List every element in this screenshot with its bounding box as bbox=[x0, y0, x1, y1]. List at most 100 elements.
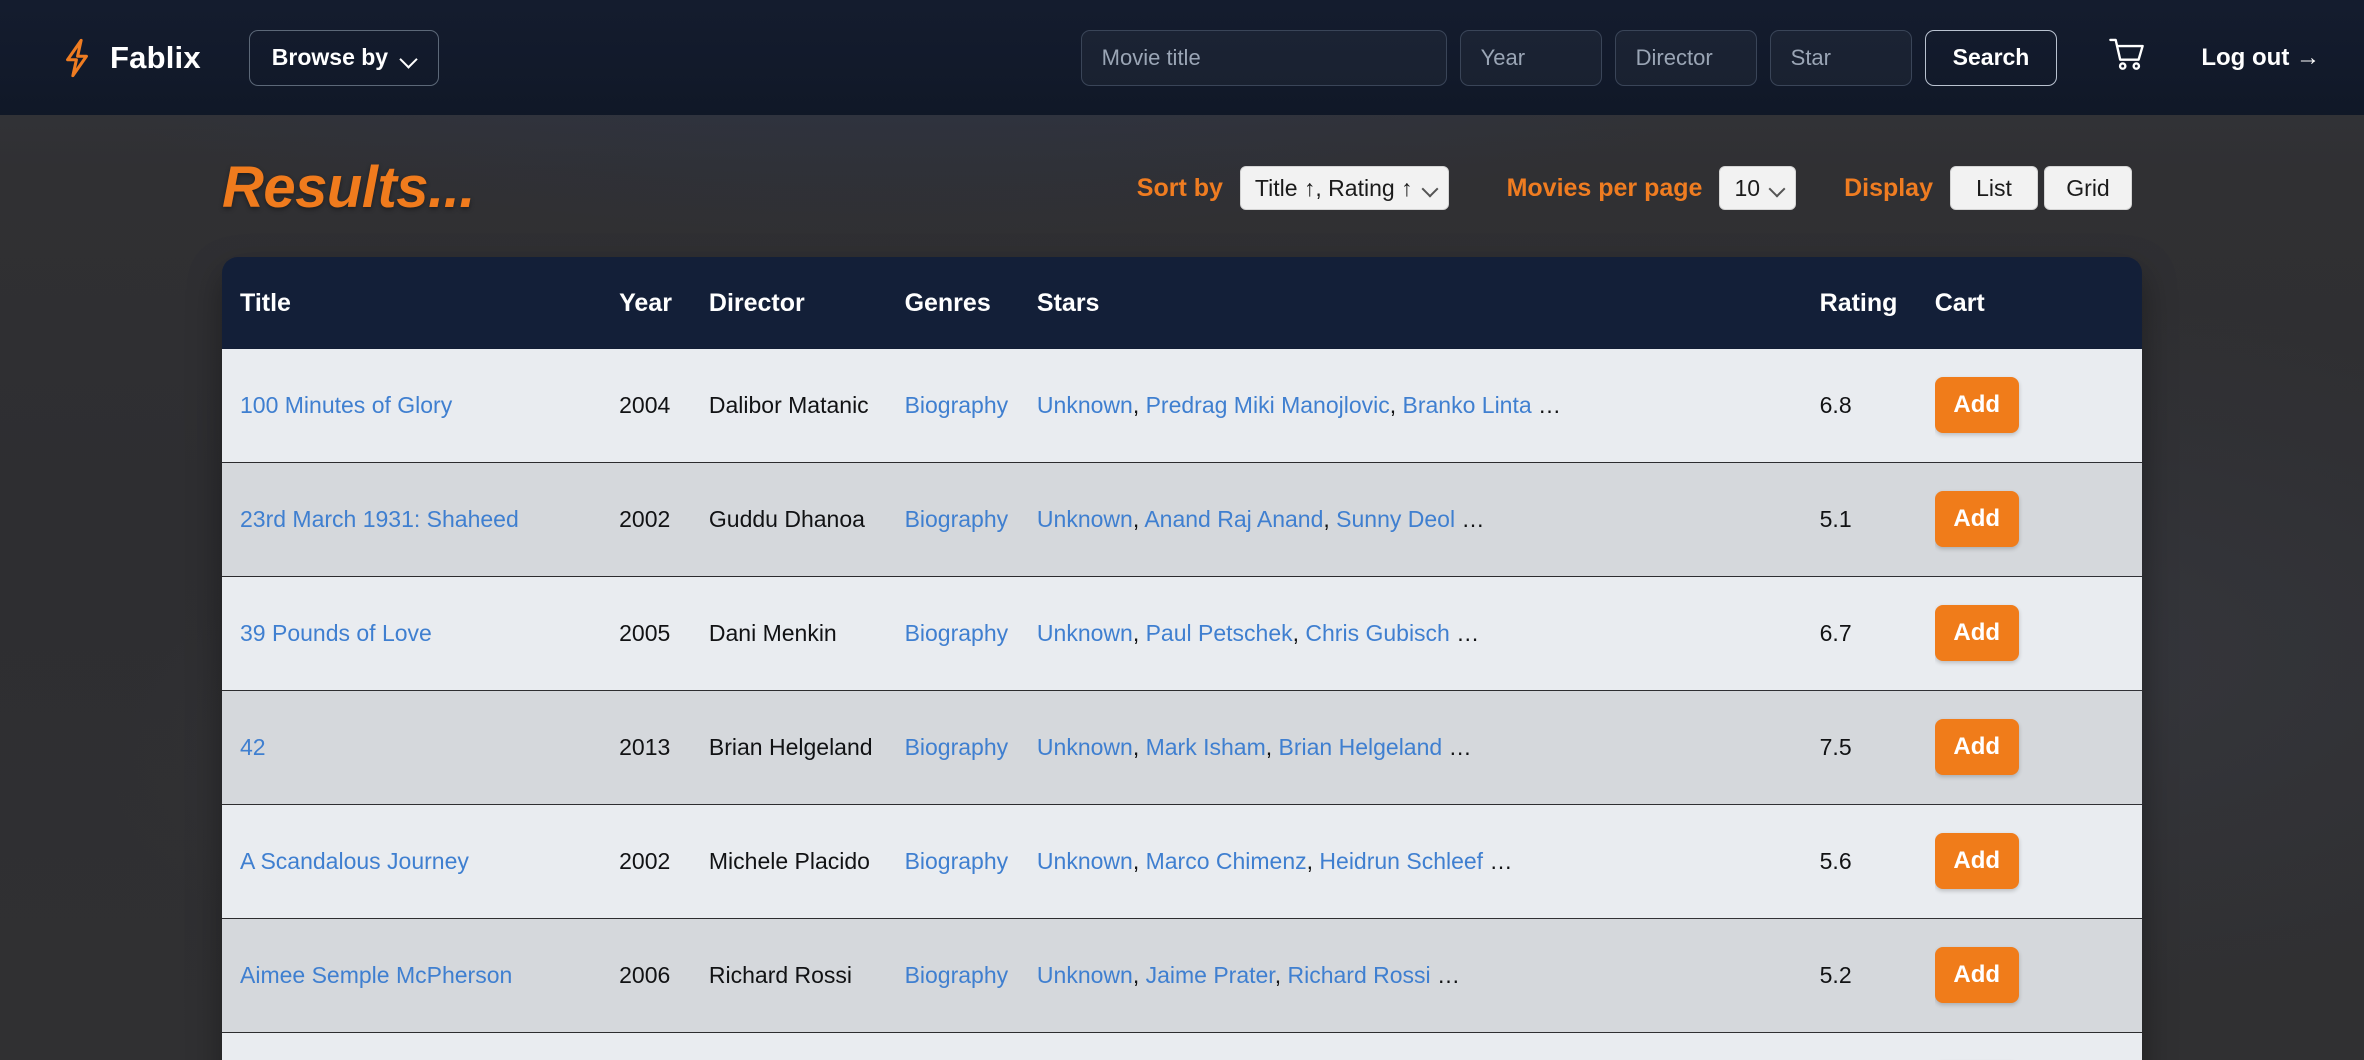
brand-name: Fablix bbox=[110, 40, 201, 76]
stars-ellipsis: … bbox=[1483, 848, 1512, 874]
movie-title-link[interactable]: A Scandalous Journey bbox=[240, 848, 469, 874]
table-header-genres[interactable]: Genres bbox=[905, 257, 1037, 349]
movie-title-input[interactable] bbox=[1081, 30, 1447, 86]
movie-title-link[interactable]: 42 bbox=[240, 734, 266, 760]
main-content: Results... Sort by Title ↑, Rating ↑ Mov… bbox=[0, 133, 2364, 1060]
star-link[interactable]: Predrag Miki Manojlovic bbox=[1146, 392, 1390, 418]
sort-by-value: Title ↑, Rating ↑ bbox=[1255, 175, 1413, 202]
cell-cart: Add bbox=[1935, 919, 2142, 1033]
cell-genres: Biography bbox=[905, 1033, 1037, 1060]
genre-link[interactable]: Biography bbox=[905, 506, 1009, 532]
cell-rating: 5.6 bbox=[1820, 805, 1935, 919]
star-link[interactable]: Anand Raj Anand bbox=[1144, 506, 1323, 532]
search-button[interactable]: Search bbox=[1925, 30, 2058, 86]
cell-title: 42 bbox=[222, 691, 619, 805]
cell-year: 2002 bbox=[619, 463, 709, 577]
star-link[interactable]: Unknown bbox=[1037, 848, 1133, 874]
genre-link[interactable]: Biography bbox=[905, 848, 1009, 874]
cell-genres: Biography bbox=[905, 349, 1037, 463]
shopping-cart-icon bbox=[2109, 38, 2147, 77]
stars-ellipsis: … bbox=[1455, 506, 1484, 532]
star-link[interactable]: Unknown bbox=[1037, 734, 1133, 760]
add-to-cart-button[interactable]: Add bbox=[1935, 491, 2019, 547]
director-input[interactable] bbox=[1615, 30, 1757, 86]
display-grid-button[interactable]: Grid bbox=[2044, 166, 2132, 210]
display-list-button[interactable]: List bbox=[1950, 166, 2038, 210]
table-header-director[interactable]: Director bbox=[709, 257, 905, 349]
star-link[interactable]: Unknown bbox=[1037, 620, 1133, 646]
cell-genres: Biography bbox=[905, 463, 1037, 577]
cell-year: 2004 bbox=[619, 1033, 709, 1060]
cell-title: 23rd March 1931: Shaheed bbox=[222, 463, 619, 577]
cell-stars: Unknown, Predrag Miki Manojlovic, Branko… bbox=[1037, 349, 1820, 463]
display-label: Display bbox=[1844, 174, 1933, 203]
star-link[interactable]: Sunny Deol bbox=[1336, 506, 1455, 532]
add-to-cart-button[interactable]: Add bbox=[1935, 605, 2019, 661]
display-group: Display List Grid bbox=[1844, 166, 2132, 210]
table-row: Alexander2004Oliver StoneBiographyUnknow… bbox=[222, 1033, 2142, 1060]
genre-link[interactable]: Biography bbox=[905, 620, 1009, 646]
genre-link[interactable]: Biography bbox=[905, 392, 1009, 418]
cell-stars: Unknown, Anand Raj Anand, Sunny Deol … bbox=[1037, 463, 1820, 577]
star-link[interactable]: Unknown bbox=[1037, 392, 1133, 418]
star-link[interactable]: Unknown bbox=[1037, 506, 1133, 532]
table-header-stars[interactable]: Stars bbox=[1037, 257, 1820, 349]
page-root: Fablix Browse by Search Log out → bbox=[0, 0, 2364, 1060]
cell-director: Brian Helgeland bbox=[709, 691, 905, 805]
star-link[interactable]: Jaime Prater bbox=[1146, 962, 1275, 988]
cell-rating: 7.5 bbox=[1820, 691, 1935, 805]
table-header-title[interactable]: Title bbox=[222, 257, 619, 349]
star-link[interactable]: Richard Rossi bbox=[1287, 962, 1430, 988]
star-link[interactable]: Branko Linta bbox=[1403, 392, 1532, 418]
genre-link[interactable]: Biography bbox=[905, 734, 1009, 760]
bolt-icon bbox=[60, 38, 94, 78]
star-link[interactable]: Paul Petschek bbox=[1146, 620, 1293, 646]
movie-title-link[interactable]: 100 Minutes of Glory bbox=[240, 392, 452, 418]
year-input[interactable] bbox=[1460, 30, 1602, 86]
cell-year: 2004 bbox=[619, 349, 709, 463]
star-link[interactable]: Chris Gubisch bbox=[1305, 620, 1449, 646]
chevron-down-icon bbox=[1423, 184, 1437, 193]
cell-cart: Add bbox=[1935, 805, 2142, 919]
add-to-cart-button[interactable]: Add bbox=[1935, 833, 2019, 889]
table-row: A Scandalous Journey 2002Michele PlacidoB… bbox=[222, 805, 2142, 919]
cell-director: Oliver Stone bbox=[709, 1033, 905, 1060]
cell-year: 2002 bbox=[619, 805, 709, 919]
cart-button[interactable] bbox=[2109, 38, 2147, 77]
add-to-cart-button[interactable]: Add bbox=[1935, 377, 2019, 433]
cell-rating: 6.7 bbox=[1820, 577, 1935, 691]
add-to-cart-button[interactable]: Add bbox=[1935, 947, 2019, 1003]
cell-title: Alexander bbox=[222, 1033, 619, 1060]
movies-per-page-select[interactable]: 10 bbox=[1719, 166, 1796, 210]
star-link[interactable]: Heidrun Schleef bbox=[1319, 848, 1483, 874]
star-link[interactable]: Unknown bbox=[1037, 962, 1133, 988]
movie-title-link[interactable]: 39 Pounds of Love bbox=[240, 620, 432, 646]
results-controls-row: Results... Sort by Title ↑, Rating ↑ Mov… bbox=[0, 133, 2364, 243]
cell-director: Michele Placido bbox=[709, 805, 905, 919]
movie-title-link[interactable]: 23rd March 1931: Shaheed bbox=[240, 506, 519, 532]
cell-director: Dani Menkin bbox=[709, 577, 905, 691]
cell-title: A Scandalous Journey bbox=[222, 805, 619, 919]
star-link[interactable]: Marco Chimenz bbox=[1146, 848, 1307, 874]
cell-stars: Unknown, Mark Isham, Brian Helgeland … bbox=[1037, 691, 1820, 805]
star-link[interactable]: Mark Isham bbox=[1146, 734, 1266, 760]
cell-stars: Unknown, Jaime Prater, Richard Rossi … bbox=[1037, 919, 1820, 1033]
add-to-cart-button[interactable]: Add bbox=[1935, 719, 2019, 775]
genre-link[interactable]: Biography bbox=[905, 962, 1009, 988]
cell-cart: Add bbox=[1935, 1033, 2142, 1060]
cell-cart: Add bbox=[1935, 691, 2142, 805]
table-header-cart[interactable]: Cart bbox=[1935, 257, 2142, 349]
browse-by-button[interactable]: Browse by bbox=[249, 30, 439, 86]
star-link[interactable]: Brian Helgeland bbox=[1279, 734, 1443, 760]
brand-logo[interactable]: Fablix bbox=[60, 38, 201, 78]
movie-title-link[interactable]: Aimee Semple McPherson bbox=[240, 962, 512, 988]
movies-per-page-group: Movies per page 10 bbox=[1507, 166, 1797, 210]
movies-per-page-value: 10 bbox=[1734, 175, 1760, 202]
cell-stars: Unknown, Angelina Jolie, Anthony Hopkins… bbox=[1037, 1033, 1820, 1060]
table-header-rating[interactable]: Rating bbox=[1820, 257, 1935, 349]
table-header-year[interactable]: Year bbox=[619, 257, 709, 349]
cell-rating: 5.2 bbox=[1820, 919, 1935, 1033]
logout-link[interactable]: Log out → bbox=[2201, 44, 2320, 72]
star-input[interactable] bbox=[1770, 30, 1912, 86]
sort-by-select[interactable]: Title ↑, Rating ↑ bbox=[1240, 166, 1449, 210]
